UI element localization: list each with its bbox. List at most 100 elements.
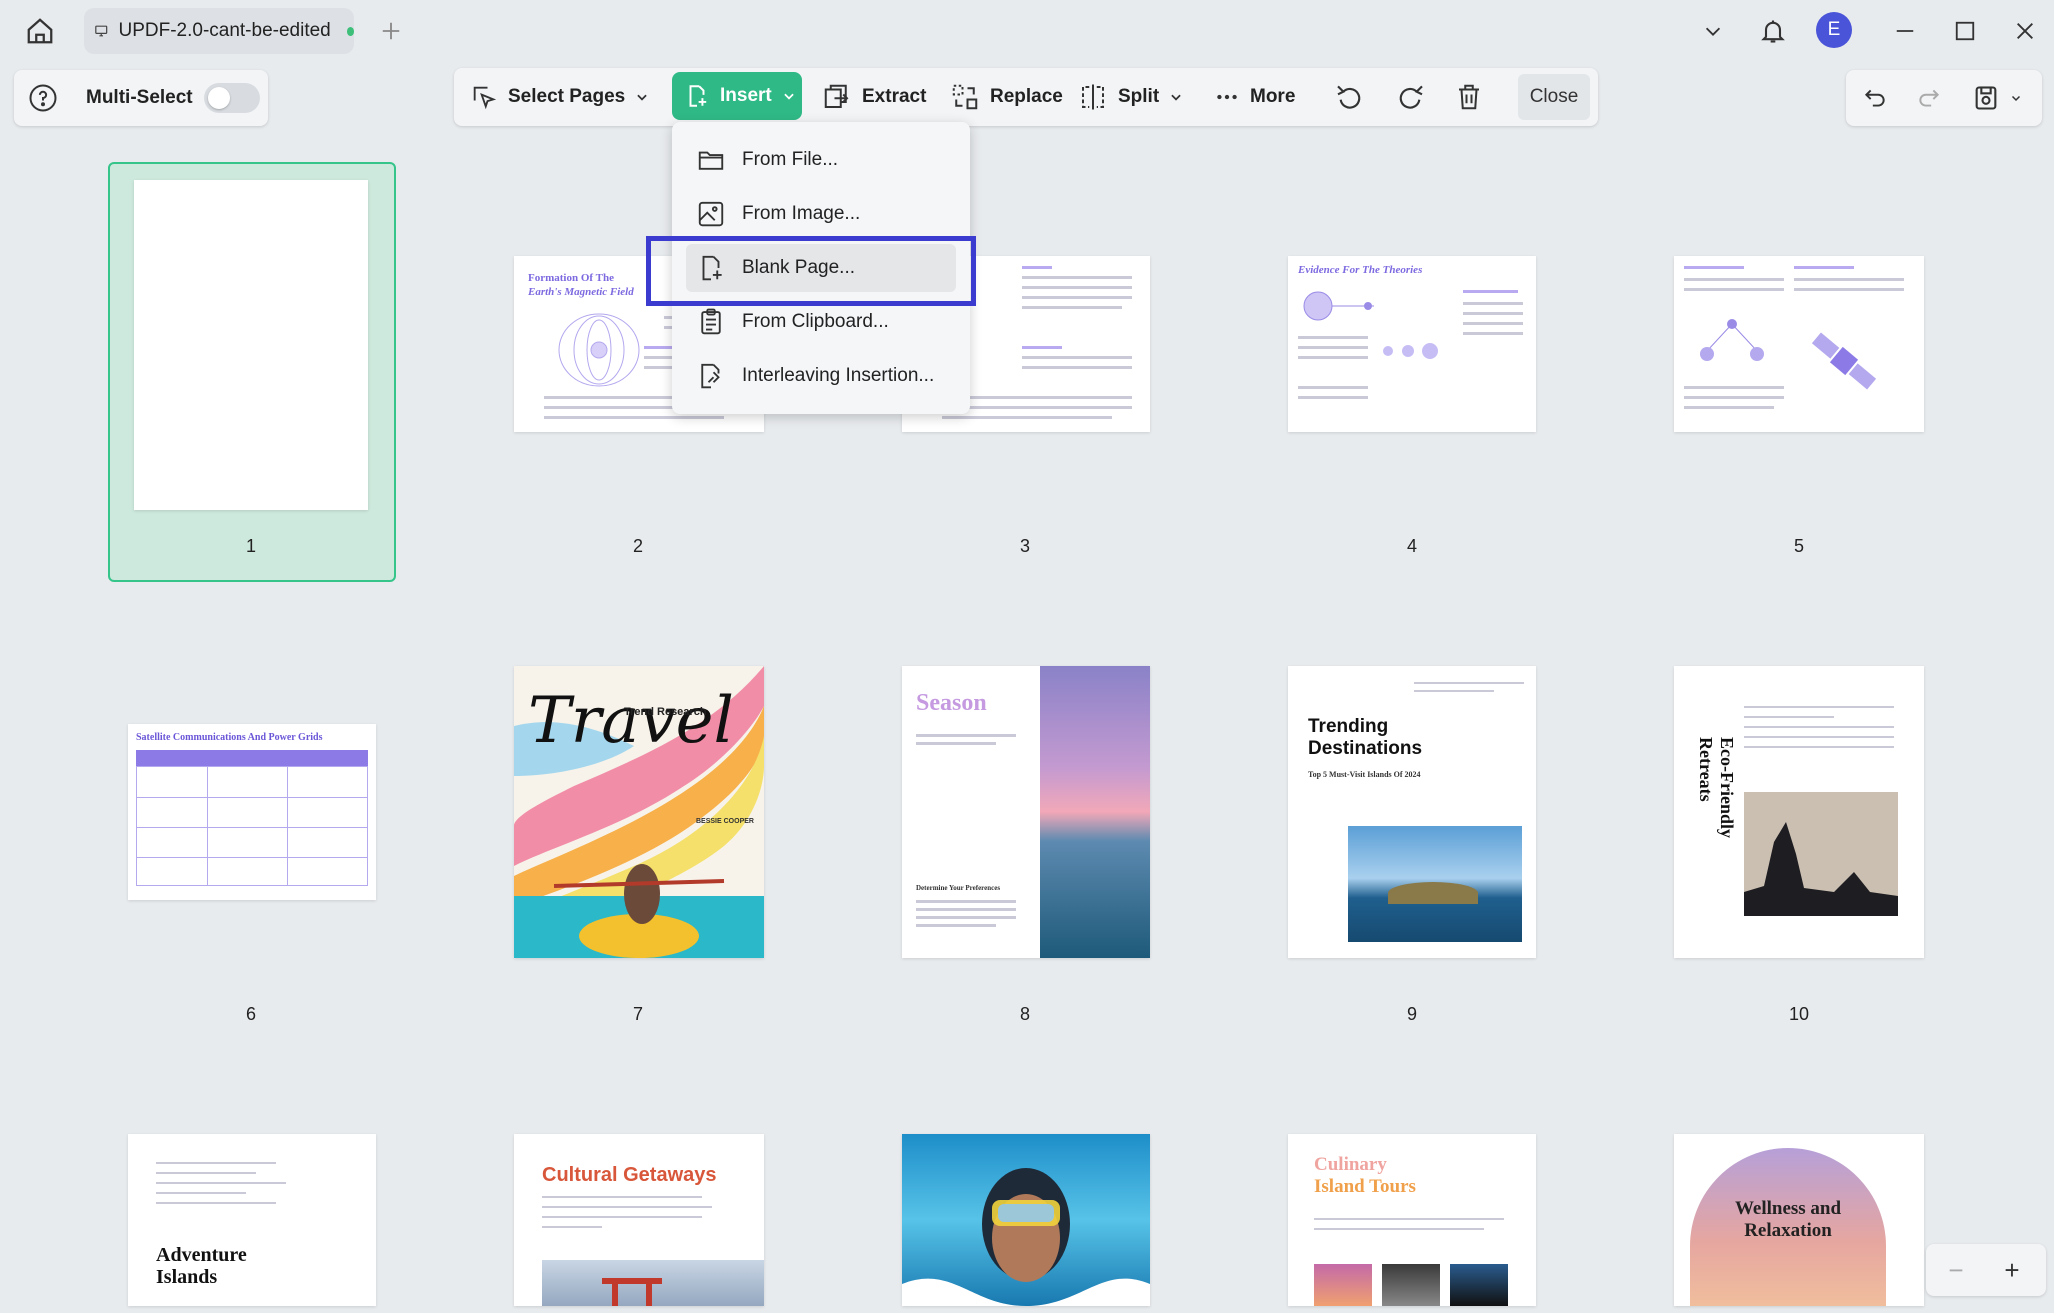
page-thumbnail-9[interactable]: Trending Destinations Top 5 Must-Visit I… (1288, 666, 1536, 958)
saved-status-dot (346, 26, 354, 36)
more-button[interactable]: More (1214, 68, 1295, 126)
split-button[interactable]: Split (1078, 68, 1183, 126)
select-pages-label: Select Pages (508, 86, 626, 107)
multi-select-toggle[interactable] (204, 83, 260, 113)
page-thumbnail-15[interactable]: Wellness and Relaxation (1674, 1134, 1924, 1306)
zoom-out-button[interactable]: − (1938, 1252, 1974, 1288)
close-window-button[interactable] (2006, 12, 2044, 50)
replace-icon (952, 84, 978, 110)
text-line (1794, 278, 1904, 281)
page-number-9: 9 (1406, 1004, 1417, 1024)
text-line (1794, 266, 1854, 269)
page-thumbnail-14[interactable]: Culinary Island Tours (1288, 1134, 1536, 1306)
chevron-down-icon (637, 94, 647, 101)
torii-photo (542, 1260, 764, 1306)
extract-button[interactable]: Extract (822, 68, 926, 126)
user-avatar[interactable]: E (1816, 12, 1852, 48)
page-number-7: 7 (632, 1004, 643, 1024)
tabs-dropdown-button[interactable] (1694, 12, 1732, 50)
interleaving-insertion-label: Interleaving Insertion... (742, 365, 935, 386)
text-line (1314, 1218, 1504, 1220)
planets-row (1383, 343, 1438, 359)
help-button[interactable] (28, 70, 58, 126)
sunset-photo (1040, 666, 1150, 958)
page-thumbnail-1[interactable] (134, 180, 368, 510)
text-line (1744, 736, 1894, 738)
insert-from-clipboard[interactable]: From Clipboard... (686, 298, 956, 346)
page-thumbnail-8[interactable]: Season Determine Your Preferences (902, 666, 1150, 958)
insert-menu: From File... From Image... Blank Page...… (672, 122, 970, 414)
zoom-controls: − + (1926, 1244, 2046, 1296)
page-number-1: 1 (245, 536, 256, 556)
p7-subtitle: Trend Research (624, 706, 707, 718)
text-line (1463, 302, 1523, 305)
home-button[interactable] (22, 13, 58, 49)
maximize-button[interactable] (1946, 12, 1984, 50)
home-icon (27, 18, 53, 44)
text-line (542, 1196, 702, 1198)
minimize-button[interactable] (1886, 12, 1924, 50)
insert-from-image[interactable]: From Image... (686, 190, 956, 238)
replace-button[interactable]: Replace (950, 68, 1063, 126)
page-thumbnail-4[interactable]: Evidence For The Theories (1288, 256, 1536, 432)
chevron-down-icon (1705, 27, 1721, 36)
page-thumbnail-6[interactable]: Satellite Communications And Power Grids (128, 724, 376, 900)
p15-title: Wellness and Relaxation (1734, 1198, 1842, 1241)
rotate-right-button[interactable] (1394, 68, 1426, 126)
page-number-2: 2 (632, 536, 643, 556)
text-line (1744, 746, 1894, 748)
page-thumbnail-11[interactable]: Adventure Islands (128, 1134, 376, 1306)
insert-from-image-label: From Image... (742, 203, 861, 224)
page-thumbnail-7[interactable]: Travel Trend Research BESSIE COOPER (514, 666, 764, 958)
text-line (542, 1216, 702, 1218)
chevron-down-icon (2011, 95, 2021, 102)
multi-select-label: Multi-Select (86, 87, 193, 108)
p4-title: Evidence For The Theories (1298, 264, 1423, 276)
undo-button[interactable] (1862, 70, 1888, 126)
text-line (916, 924, 996, 927)
close-button[interactable]: Close (1518, 74, 1590, 120)
history-panel (1846, 70, 2042, 126)
redo-button[interactable] (1916, 70, 1942, 126)
page-thumbnail-10[interactable]: Eco-Friendly Retreats (1674, 666, 1924, 958)
zoom-in-button[interactable]: + (1994, 1252, 2030, 1288)
p12-title: Cultural Getaways (542, 1164, 717, 1186)
text-line (1298, 346, 1368, 349)
page-thumbnail-12[interactable]: Cultural Getaways (514, 1134, 764, 1306)
clipboard-icon (701, 308, 721, 335)
text-line (1463, 290, 1518, 293)
insert-from-file-label: From File... (742, 149, 839, 170)
select-pages-button[interactable]: Select Pages (470, 68, 649, 126)
page-thumbnail-5[interactable] (1674, 256, 1924, 432)
rock-photo (1744, 792, 1898, 916)
palm-thumb (1382, 1264, 1440, 1306)
page-number-8: 8 (1019, 1004, 1030, 1024)
insert-blank-page[interactable]: Blank Page... (686, 244, 956, 292)
page-number-5: 5 (1793, 536, 1804, 556)
rotate-left-button[interactable] (1334, 68, 1366, 126)
interleaving-insertion[interactable]: Interleaving Insertion... (686, 352, 956, 400)
page-number-4: 4 (1406, 536, 1417, 556)
text-line (1463, 312, 1523, 315)
text-line (1022, 276, 1132, 279)
multi-select-toggle-wrap (204, 70, 260, 126)
save-button[interactable] (1972, 70, 2022, 126)
text-line (1684, 288, 1784, 291)
notifications-button[interactable] (1754, 12, 1792, 50)
text-line (1298, 336, 1368, 339)
insert-button[interactable]: Insert (672, 72, 802, 120)
text-line (1684, 406, 1774, 409)
page-thumbnail-13[interactable] (902, 1134, 1150, 1306)
p14-title-2: Island Tours (1314, 1176, 1416, 1197)
redo-icon (1919, 89, 1940, 107)
new-tab-button[interactable] (374, 14, 408, 48)
text-line (916, 734, 1016, 737)
delete-page-button[interactable] (1454, 68, 1484, 126)
document-tab[interactable]: UPDF-2.0-cant-be-edited (84, 8, 354, 54)
p8-title: Season (916, 690, 987, 716)
p9-subtitle: Top 5 Must-Visit Islands Of 2024 (1308, 770, 1421, 779)
insert-from-file[interactable]: From File... (686, 136, 956, 184)
text-line (1022, 286, 1132, 289)
split-icon (1082, 84, 1104, 110)
multi-select-panel: Multi-Select (14, 70, 268, 126)
